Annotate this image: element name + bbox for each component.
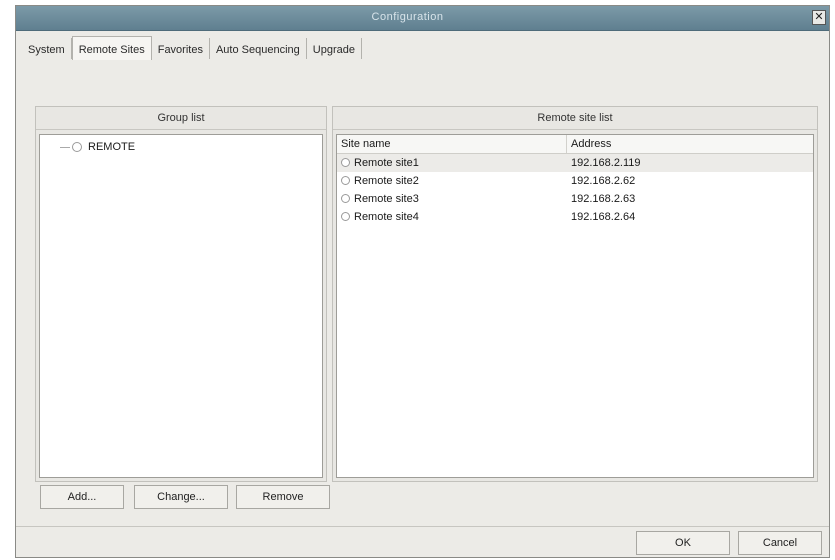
site-icon	[341, 194, 350, 203]
close-icon[interactable]: ✕	[812, 10, 826, 25]
tree-line-icon	[60, 146, 70, 148]
remote-site-list-header: Remote site list	[333, 107, 817, 130]
title-bar[interactable]: Configuration ✕	[16, 6, 829, 31]
list-column-headers: Site name Address	[337, 135, 813, 154]
group-tree[interactable]: REMOTE	[39, 134, 323, 478]
column-header-site-name[interactable]: Site name	[337, 135, 567, 153]
group-node-icon	[72, 142, 82, 152]
tree-node-remote[interactable]: REMOTE	[60, 141, 135, 153]
site-address: 192.168.2.119	[571, 157, 641, 169]
site-icon	[341, 212, 350, 221]
site-icon	[341, 176, 350, 185]
ok-button[interactable]: OK	[636, 531, 730, 555]
site-address: 192.168.2.64	[571, 211, 636, 223]
tab-auto-sequencing[interactable]: Auto Sequencing	[210, 38, 307, 59]
tab-system[interactable]: System	[22, 38, 72, 59]
remove-button[interactable]: Remove	[236, 485, 330, 509]
tab-upgrade[interactable]: Upgrade	[307, 38, 362, 59]
remote-site-list[interactable]: Site name Address Remote site1 192.168.2…	[336, 134, 814, 478]
group-list-header: Group list	[36, 107, 326, 130]
table-row[interactable]: Remote site4 192.168.2.64	[337, 208, 813, 226]
tab-bar: System Remote Sites Favorites Auto Seque…	[22, 36, 823, 61]
site-address: 192.168.2.63	[571, 193, 636, 205]
table-row[interactable]: Remote site2 192.168.2.62	[337, 172, 813, 190]
site-name: Remote site1	[354, 157, 419, 169]
tab-favorites[interactable]: Favorites	[152, 38, 210, 59]
site-name: Remote site4	[354, 211, 419, 223]
footer-divider	[16, 526, 829, 527]
table-row[interactable]: Remote site1 192.168.2.119	[337, 154, 813, 172]
group-list-box: Group list REMOTE	[35, 106, 327, 482]
remote-site-list-box: Remote site list Site name Address Remot…	[332, 106, 818, 482]
change-button[interactable]: Change...	[134, 485, 228, 509]
site-address: 192.168.2.62	[571, 175, 636, 187]
site-icon	[341, 158, 350, 167]
window-title: Configuration	[371, 11, 444, 23]
add-button[interactable]: Add...	[40, 485, 124, 509]
configuration-window: Configuration ✕ System Remote Sites Favo…	[15, 5, 830, 558]
site-name: Remote site2	[354, 175, 419, 187]
column-header-address[interactable]: Address	[567, 135, 799, 153]
remote-sites-panel: Group list REMOTE Remote site list Site …	[22, 60, 823, 520]
table-row[interactable]: Remote site3 192.168.2.63	[337, 190, 813, 208]
cancel-button[interactable]: Cancel	[738, 531, 822, 555]
tree-node-label: REMOTE	[88, 141, 136, 153]
site-name: Remote site3	[354, 193, 419, 205]
tab-remote-sites[interactable]: Remote Sites	[71, 36, 152, 61]
